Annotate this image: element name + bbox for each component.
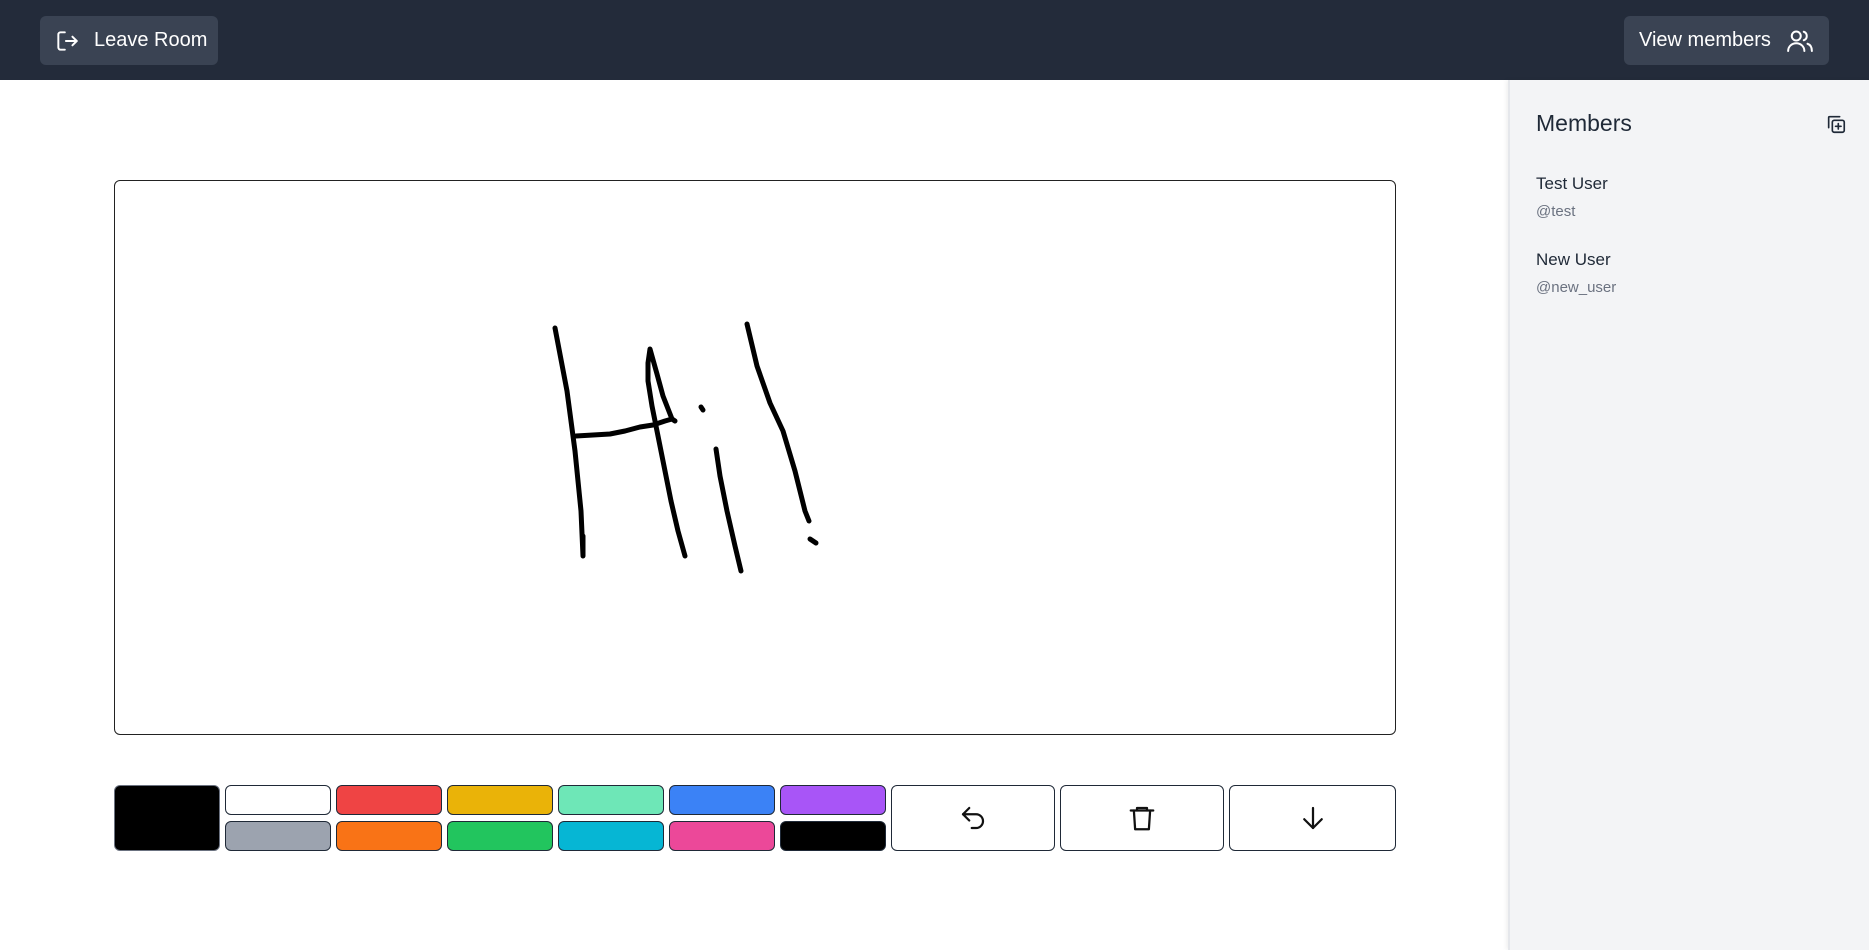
color-swatch-white[interactable] bbox=[225, 785, 331, 815]
drawing-canvas[interactable] bbox=[114, 180, 1396, 735]
member-handle: @test bbox=[1536, 203, 1576, 220]
download-button[interactable] bbox=[1229, 785, 1396, 851]
logout-icon bbox=[54, 28, 80, 54]
color-swatch-cyan[interactable] bbox=[558, 821, 664, 851]
member-name: Test User bbox=[1536, 174, 1608, 193]
stroke-h-crossbar bbox=[573, 416, 678, 439]
stroke-exclaim-dot bbox=[807, 536, 819, 546]
members-sidebar: Members Test User @test New User @new_us… bbox=[1508, 80, 1869, 950]
leave-room-label: Leave Room bbox=[94, 29, 208, 51]
color-swatch-gray[interactable] bbox=[225, 821, 331, 851]
stroke-i-dot bbox=[698, 404, 706, 413]
color-swatch-green[interactable] bbox=[447, 821, 553, 851]
arrow-down-icon bbox=[1302, 806, 1323, 830]
member-item: New User @new_user bbox=[1536, 250, 1616, 296]
stroke-i-body bbox=[713, 446, 744, 574]
drawing-toolbar bbox=[114, 785, 1396, 851]
color-swatch-yellow[interactable] bbox=[447, 785, 553, 815]
color-swatch-blue[interactable] bbox=[669, 785, 775, 815]
color-swatch-orange[interactable] bbox=[336, 821, 442, 851]
undo-button[interactable] bbox=[891, 785, 1055, 851]
member-name: New User bbox=[1536, 250, 1611, 269]
view-members-button[interactable]: View members bbox=[1624, 16, 1829, 65]
top-bar: Leave Room View members bbox=[0, 0, 1869, 80]
color-swatch-purple[interactable] bbox=[780, 785, 886, 815]
member-item: Test User @test bbox=[1536, 174, 1608, 220]
canvas-drawing bbox=[552, 321, 819, 574]
member-handle: @new_user bbox=[1536, 279, 1617, 296]
stroke-exclaim-line bbox=[744, 321, 812, 524]
stroke-h-right bbox=[645, 346, 688, 559]
view-members-label: View members bbox=[1639, 29, 1771, 51]
color-swatch-black[interactable] bbox=[780, 821, 886, 851]
color-swatch-pink[interactable] bbox=[669, 821, 775, 851]
users-icon bbox=[1785, 26, 1815, 56]
clear-canvas-button[interactable] bbox=[1060, 785, 1224, 851]
trash-icon bbox=[1129, 806, 1155, 831]
stroke-h-left bbox=[552, 325, 586, 559]
copy-plus-icon[interactable] bbox=[1825, 113, 1847, 135]
selected-color-swatch[interactable] bbox=[114, 785, 220, 851]
color-swatch-red[interactable] bbox=[336, 785, 442, 815]
members-title: Members bbox=[1536, 110, 1632, 136]
color-swatch-mint[interactable] bbox=[558, 785, 664, 815]
undo-icon bbox=[961, 806, 985, 830]
leave-room-button[interactable]: Leave Room bbox=[40, 16, 218, 65]
